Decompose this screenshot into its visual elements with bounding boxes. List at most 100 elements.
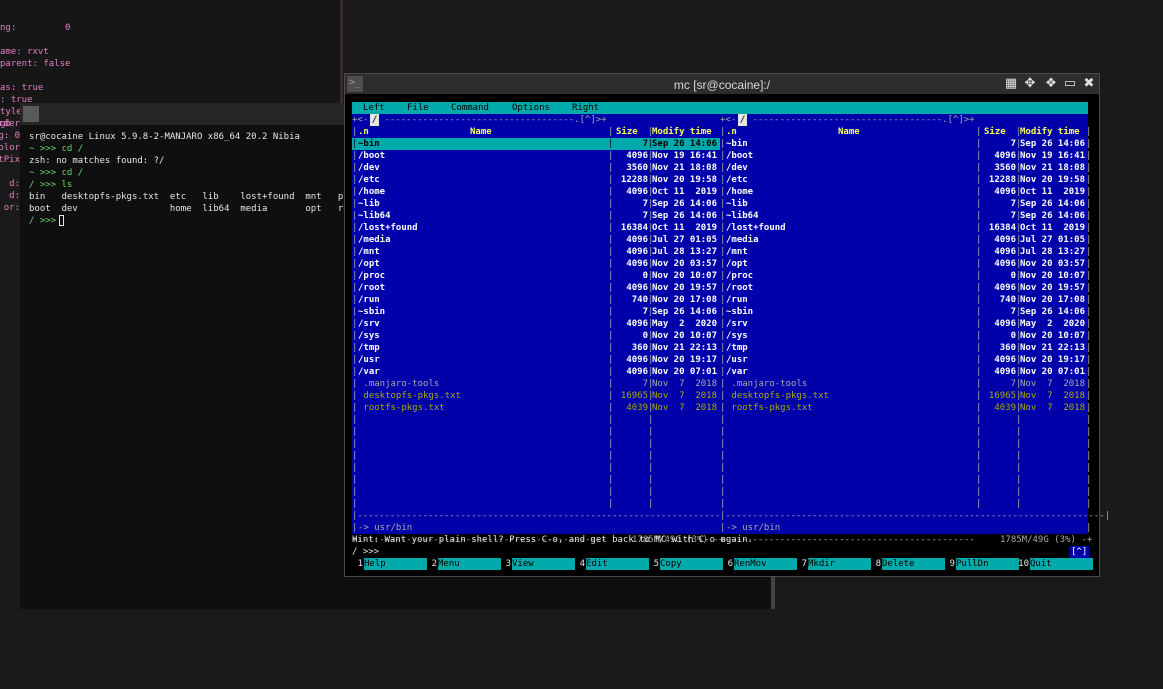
file-row[interactable]: |||| desktopfs-pkgs.txt16965Nov 7 2018 [352,390,723,402]
panel-border: | [720,463,726,473]
menu-options[interactable]: Options [512,102,550,114]
fkey-label: Menu [438,558,501,570]
file-row[interactable]: ||||/proc0Nov 20 10:07 [720,270,1091,282]
file-row[interactable]: ||||/mnt4096Jul 28 13:27 [720,246,1091,258]
file-row[interactable]: ||||/var4096Nov 20 07:01 [720,366,1091,378]
file-name: /etc [726,175,748,185]
panel-border: | [352,319,358,329]
file-name: /lost+found [358,223,418,233]
file-row[interactable]: | | | | ~bin 7 Sep 26 14:06 [720,138,1091,150]
left-panel[interactable]: +<- / ----------------------------------… [352,114,742,545]
file-row[interactable]: ||||/tmp360Nov 21 22:13 [352,342,723,354]
file-row[interactable]: ||||/run740Nov 20 17:08 [720,294,1091,306]
file-row[interactable]: ||||/mnt4096Jul 28 13:27 [352,246,723,258]
header-size[interactable]: Size [616,126,638,138]
fkey-number: 6 [727,559,733,569]
pin-icon[interactable]: ❖ [1043,76,1059,92]
file-row[interactable]: ||||/media4096Jul 27 01:05 [352,234,723,246]
file-size: 4096 [626,319,648,329]
file-row[interactable]: ||||/sys0Nov 20 10:07 [352,330,723,342]
panel-border: | [352,415,358,425]
menu-command[interactable]: Command [451,102,489,114]
file-row[interactable]: ||||/boot4096Nov 19 16:41 [720,150,1091,162]
file-size: 7 [1010,199,1016,209]
file-row[interactable]: ||||/dev3560Nov 21 18:08 [352,162,723,174]
right-panel[interactable]: +<- / ----------------------------------… [720,114,1110,545]
file-row[interactable]: ||||/home4096Oct 11 2019 [352,186,723,198]
file-mtime: Jul 27 01:05 [1020,235,1086,245]
mc-window[interactable]: >_ mc [sr@cocaine]:/ ▦ ✥ ❖ ▭ ✖ Left File… [344,73,1110,577]
command-prompt[interactable]: / >>> [352,546,379,558]
file-row[interactable]: |||| rootfs-pkgs.txt4039Nov 7 2018 [720,402,1091,414]
menu-right[interactable]: Right [572,102,599,114]
menu-left[interactable]: Left [363,102,385,114]
file-size: 16965 [620,391,648,401]
file-row[interactable]: ||||/srv4096May 2 2020 [720,318,1091,330]
file-row[interactable]: ||||/tmp360Nov 21 22:13 [720,342,1091,354]
file-row[interactable]: ||||/media4096Jul 27 01:05 [720,234,1091,246]
file-size: 4096 [626,355,648,365]
header-name[interactable]: Name [470,126,492,138]
file-size: 4096 [994,187,1016,197]
header-modify-time[interactable]: Modify time [1020,126,1080,138]
file-row[interactable]: ||||/home4096Oct 11 2019 [720,186,1092,198]
file-row[interactable]: ||||/boot4096Nov 19 16:41 [352,150,723,162]
file-row[interactable]: ||||/etc12288Nov 20 19:58 [720,174,1091,186]
file-row[interactable]: ||||/srv4096May 2 2020 [352,318,723,330]
close-icon[interactable]: ✖ [1081,76,1097,92]
file-row[interactable]: ||||~lib647Sep 26 14:06 [352,210,723,222]
file-row[interactable]: ||||/lost+found16384Oct 11 2019 [352,222,723,234]
maximize-icon[interactable]: ▭ [1062,76,1078,92]
header-modify-time[interactable]: Modify time [652,126,712,138]
file-row[interactable]: ||||/dev3560Nov 21 18:08 [720,162,1091,174]
panel-border: | [720,439,726,449]
panel-border: | [352,331,358,341]
file-row[interactable]: ||||~sbin7Sep 26 14:06 [352,306,723,318]
column-separator: | [1016,475,1022,485]
panel-border: | [1086,283,1092,293]
menu-file[interactable]: File [407,102,429,114]
move-icon[interactable]: ✥ [1022,76,1038,92]
header-name[interactable]: Name [838,126,860,138]
file-row[interactable]: |||| rootfs-pkgs.txt4039Nov 7 2018 [352,402,723,414]
file-row[interactable]: |||| .manjaro-tools7Nov 7 2018 [352,378,723,390]
file-row: | | | | [720,474,1091,486]
file-row[interactable]: |||| .manjaro-tools7Nov 7 2018 [720,378,1091,390]
file-row[interactable]: ||||/usr4096Nov 20 19:17 [720,354,1091,366]
tile-icon[interactable]: ▦ [1003,76,1019,92]
file-row[interactable]: ||||/root4096Nov 20 19:57 [720,282,1092,294]
file-name: ~lib [726,199,748,209]
panel-border: | [352,475,358,485]
right-current-dir[interactable]: / [738,114,748,126]
file-name: rootfs-pkgs.txt [358,403,445,413]
file-row[interactable]: ||||~sbin7Sep 26 14:06 [720,306,1091,318]
panel-border: | [1086,187,1092,197]
file-row[interactable]: ||||/proc0Nov 20 10:07 [352,270,723,282]
file-row[interactable]: ||||/root4096Nov 20 19:57 [352,282,723,294]
file-row[interactable]: ||||/sys0Nov 20 10:07 [720,330,1091,342]
file-row[interactable]: ||||/run740Nov 20 17:08 [352,294,723,306]
file-size: 4096 [994,235,1016,245]
mc-titlebar[interactable]: >_ mc [sr@cocaine]:/ ▦ ✥ ❖ ▭ ✖ [345,74,1099,94]
file-size: 4096 [626,247,648,257]
fkey-number: 8 [875,559,881,569]
file-name: ~bin [726,139,748,149]
left-current-dir[interactable]: / [370,114,380,126]
file-row[interactable]: ||||/usr4096Nov 20 19:17 [352,354,723,366]
panel-top-border-text: +<- / ----------------------------------… [352,115,607,125]
file-row[interactable]: ||||/opt4096Nov 20 03:57 [352,258,723,270]
file-row[interactable]: ||||/etc12288Nov 20 19:58 [352,174,723,186]
file-row[interactable]: |||| desktopfs-pkgs.txt16965Nov 7 2018 [720,390,1091,402]
file-mtime: Nov 20 07:01 [652,367,718,377]
file-row[interactable]: ||||~lib647Sep 26 14:06 [720,210,1091,222]
file-row[interactable]: ||||/lost+found16384Oct 11 2019 [720,222,1091,234]
file-row[interactable]: ||||~lib7Sep 26 14:06 [352,198,723,210]
file-row[interactable]: ||||/opt4096Nov 20 03:57 [720,258,1091,270]
prompt-history-tag[interactable]: [^] [1069,546,1090,558]
file-row[interactable]: ||||/var4096Nov 20 07:01 [352,366,723,378]
header-size[interactable]: Size [984,126,1006,138]
file-row-selected[interactable]: ||||~bin7Sep 26 14:06 [352,138,723,150]
file-row[interactable]: ||||~lib7Sep 26 14:06 [720,198,1091,210]
fkey-number: 3 [505,559,511,569]
file-name: /opt [726,259,748,269]
